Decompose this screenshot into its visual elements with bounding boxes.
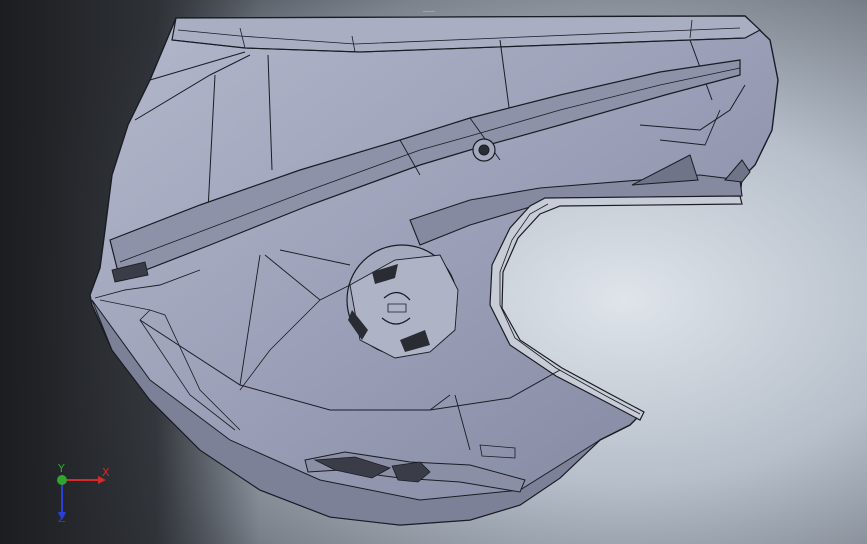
triad-z-label: Z [58,512,66,525]
triad-y-axis [57,475,67,485]
triad-x-label: X [102,466,110,479]
helmet-model-view[interactable] [0,0,867,544]
viewport-top-marker [423,11,435,12]
cad-graphics-viewport[interactable]: X Y Z [0,0,867,544]
coordinate-triad: X Y Z [40,460,120,530]
triad-y-label: Y [58,462,65,475]
